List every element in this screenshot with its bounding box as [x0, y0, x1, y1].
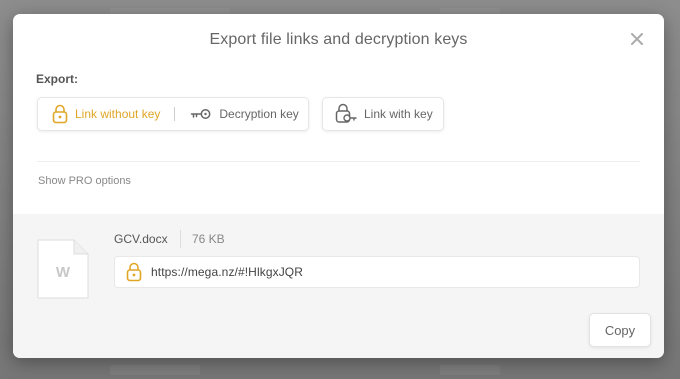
lock-icon	[51, 104, 69, 124]
link-without-key-button[interactable]: Link without key	[38, 98, 160, 130]
decryption-key-button[interactable]: Decryption key	[189, 98, 299, 130]
close-icon	[631, 33, 643, 45]
meta-separator	[180, 230, 181, 248]
file-link-text: https://mega.nz/#!HlkgxJQR	[151, 265, 303, 279]
export-links-dialog: Export file links and decryption keys Ex…	[13, 14, 664, 358]
section-divider	[37, 161, 640, 162]
export-option-group: Link without key Decryption key	[37, 97, 309, 131]
export-label: Export:	[36, 72, 78, 86]
dialog-title: Export file links and decryption keys	[209, 31, 468, 48]
file-name: GCV.docx	[114, 232, 168, 246]
lock-with-key-icon	[334, 103, 358, 125]
link-with-key-group: Link with key	[322, 97, 444, 131]
file-size: 76 KB	[192, 232, 225, 246]
close-button[interactable]	[628, 30, 646, 48]
option-separator	[174, 107, 176, 121]
file-section: W GCV.docx 76 KB https://mega.nz/#!Hlkgx…	[13, 214, 664, 358]
link-without-key-label: Link without key	[75, 107, 161, 121]
key-icon	[189, 107, 213, 121]
decryption-key-label: Decryption key	[219, 107, 299, 121]
link-with-key-label: Link with key	[364, 107, 433, 121]
file-type-letter: W	[55, 264, 71, 281]
file-link-field[interactable]: https://mega.nz/#!HlkgxJQR	[114, 256, 640, 288]
show-pro-options-link[interactable]: Show PRO options	[38, 175, 131, 187]
copy-button[interactable]: Copy	[589, 313, 651, 347]
word-document-icon: W	[37, 239, 89, 299]
link-with-key-button[interactable]: Link with key	[323, 98, 433, 130]
lock-icon	[125, 262, 143, 282]
